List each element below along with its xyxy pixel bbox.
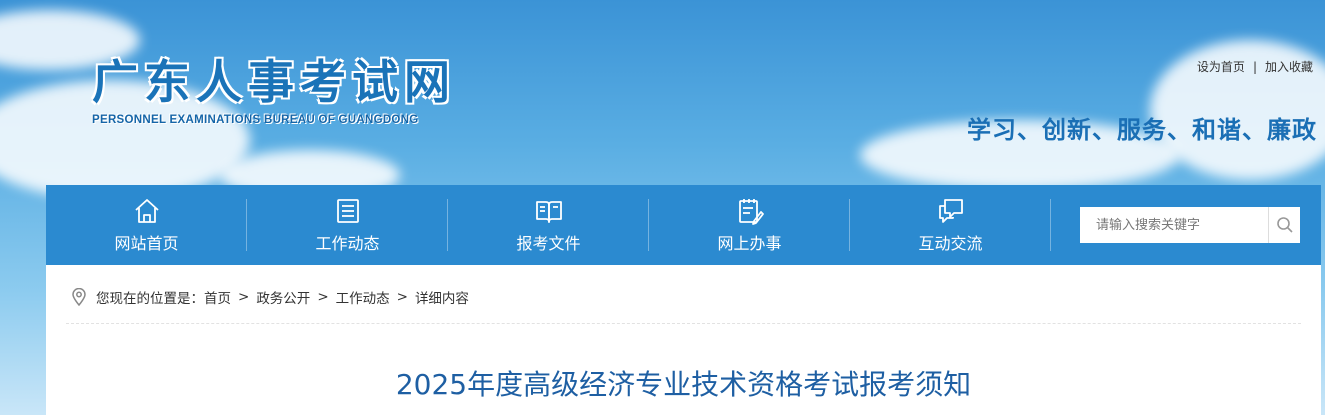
breadcrumb-gov-affairs[interactable]: 政务公开 [256,287,310,307]
breadcrumb-separator: > [317,289,329,305]
search-input[interactable] [1080,206,1268,244]
nav-item-label: 互动交流 [918,234,983,253]
document-list-icon [336,199,359,223]
search-icon [1276,217,1293,233]
nav-item-interaction[interactable]: 互动交流 [850,185,1051,265]
nav-item-label: 报考文件 [516,234,581,253]
breadcrumb-separator: > [238,289,250,305]
breadcrumb-separator: > [396,289,408,305]
nav-item-label: 网站首页 [114,234,179,253]
open-book-icon [535,201,562,223]
location-pin-icon [72,288,86,306]
search-box [1080,206,1300,244]
nav-item-label: 网上办事 [717,234,782,253]
article-title: 2025年度高级经济专业技术资格考试报考须知 [395,368,972,401]
nav-item-label: 工作动态 [315,234,380,253]
content-area: 您现在的位置是： 首页 > 政务公开 > 工作动态 > 详细内容 2025年度高… [46,265,1321,415]
site-header: 广东人事考试网 PERSONNEL EXAMINATIONS BUREAU OF… [0,0,1325,185]
chat-bubbles-icon [938,199,963,223]
top-links: 设为首页 | 加入收藏 [1197,58,1313,75]
nav-item-work-news[interactable]: 工作动态 [247,185,448,265]
site-slogan: 学习、创新、服务、和谐、廉政 [967,116,1317,144]
top-links-separator: | [1252,59,1257,74]
breadcrumb-prefix: 您现在的位置是： [96,291,204,307]
breadcrumb-divider [66,323,1301,324]
nav-item-home[interactable]: 网站首页 [46,185,247,265]
breadcrumb-home[interactable]: 首页 [204,287,231,307]
home-icon [134,199,159,223]
breadcrumb-current: 详细内容 [414,291,469,307]
nav-item-exam-docs[interactable]: 报考文件 [448,185,649,265]
set-home-link[interactable]: 设为首页 [1197,58,1245,75]
add-favorite-link[interactable]: 加入收藏 [1265,58,1313,75]
site-logo-subtitle: PERSONNEL EXAMINATIONS BUREAU OF GUANGDO… [92,114,419,126]
breadcrumb: 您现在的位置是： 首页 > 政务公开 > 工作动态 > 详细内容 [72,287,469,307]
nav-item-online-services[interactable]: 网上办事 [649,185,850,265]
clipboard-edit-icon [738,199,764,225]
main-nav: 网站首页 工作动态 报考文件 网上办事 互动交流 [46,185,1321,265]
search-button[interactable] [1268,207,1300,243]
site-logo-title[interactable]: 广东人事考试网 [92,46,456,112]
breadcrumb-work-news[interactable]: 工作动态 [336,287,390,307]
